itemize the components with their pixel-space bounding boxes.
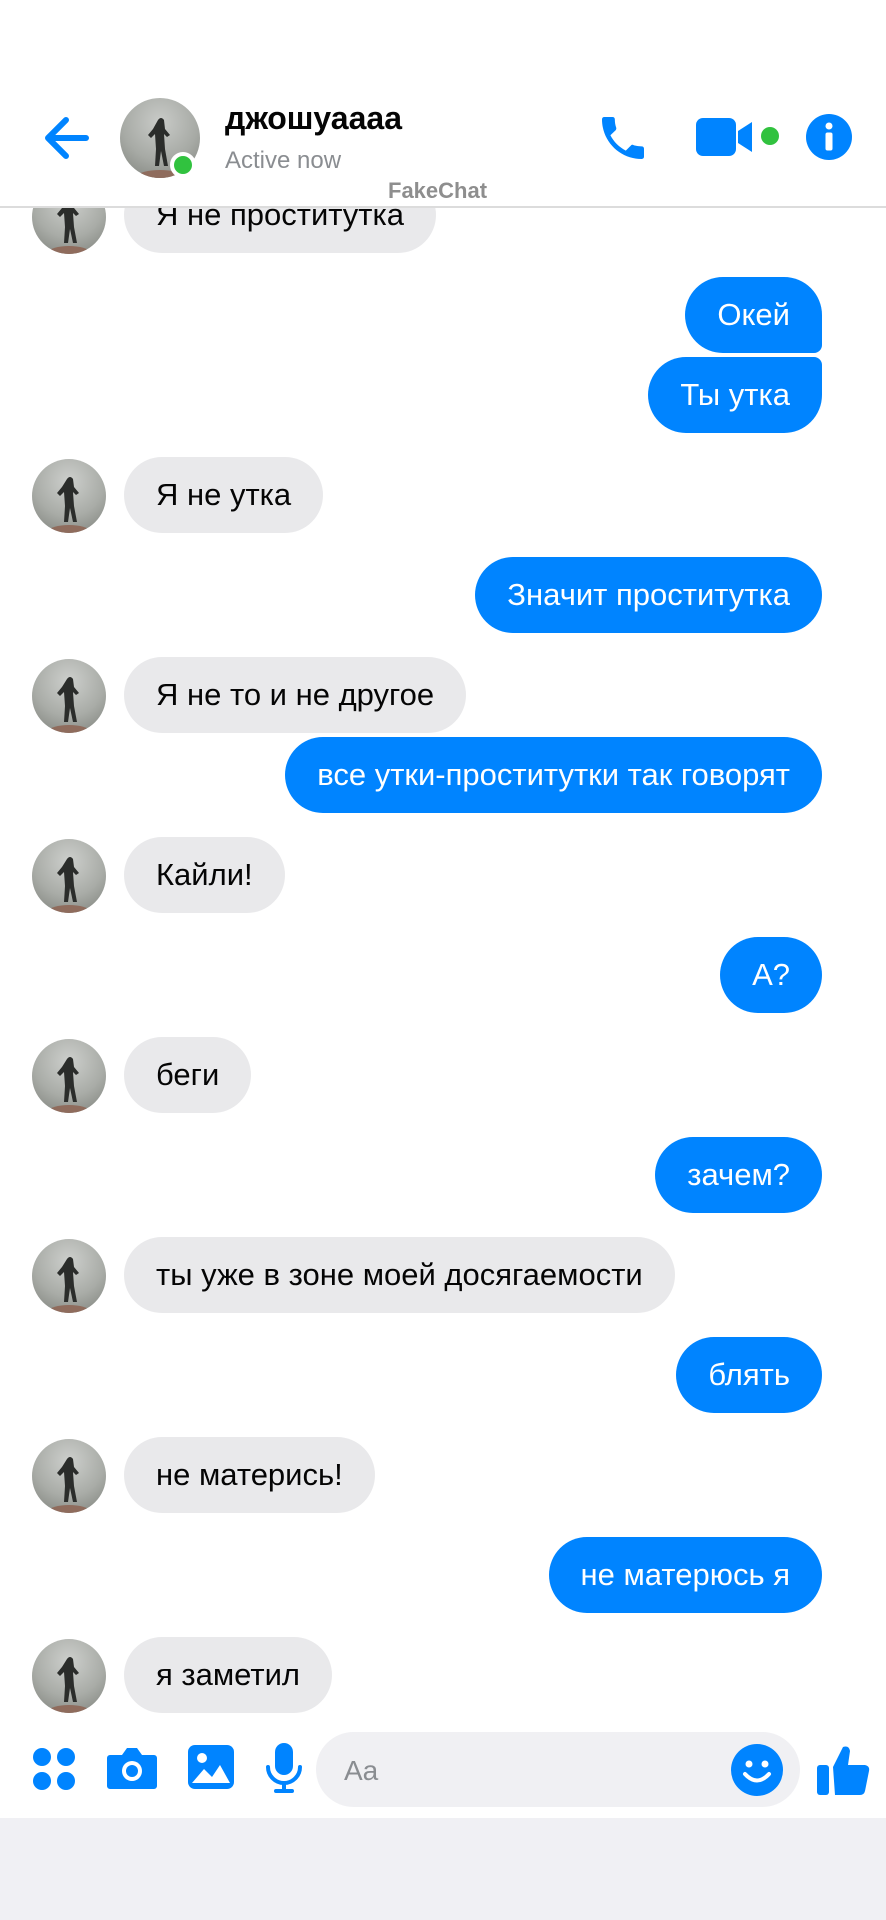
message-list: Я не проститутка Окей Ты утка Я не утка … — [0, 0, 886, 1725]
contact-avatar — [32, 1039, 106, 1113]
contact-avatar — [32, 839, 106, 913]
contact-avatar — [32, 1439, 106, 1513]
watermark: FakeChat — [388, 178, 488, 203]
emoji-icon[interactable] — [730, 1743, 784, 1797]
message-incoming[interactable]: Я не то и не другое — [124, 657, 467, 733]
system-navigation-area — [0, 1818, 886, 1920]
composer-bar — [0, 1727, 886, 1809]
message-outgoing[interactable]: Значит проститутка — [475, 557, 822, 633]
message-incoming[interactable]: я заметил — [124, 1637, 332, 1713]
online-indicator — [170, 152, 196, 178]
message-outgoing[interactable]: зачем? — [655, 1137, 822, 1213]
info-icon[interactable] — [805, 113, 853, 161]
message-incoming[interactable]: беги — [124, 1037, 252, 1113]
message-outgoing[interactable]: Окей — [685, 277, 822, 353]
message-incoming[interactable]: ты уже в зоне моей досягаемости — [124, 1237, 675, 1313]
microphone-icon[interactable] — [264, 1741, 304, 1795]
message-incoming[interactable]: Я не утка — [124, 457, 324, 533]
message-outgoing[interactable]: не матерюсь я — [548, 1537, 822, 1613]
thumbs-up-icon[interactable] — [815, 1741, 871, 1797]
message-outgoing[interactable]: блять — [676, 1337, 822, 1413]
contact-avatar — [32, 1239, 106, 1313]
message-input-container[interactable] — [316, 1732, 800, 1809]
video-online-indicator — [761, 127, 779, 145]
message-input[interactable] — [342, 1732, 726, 1809]
camera-icon[interactable] — [106, 1745, 158, 1791]
contact-avatar — [32, 659, 106, 733]
contact-avatar — [32, 1639, 106, 1713]
message-outgoing[interactable]: А? — [720, 937, 822, 1013]
message-outgoing[interactable]: Ты утка — [648, 357, 822, 433]
image-icon[interactable] — [186, 1743, 236, 1791]
chat-header: джошуаааа Active now — [0, 0, 886, 208]
arrow-left-icon[interactable] — [38, 108, 98, 168]
message-incoming[interactable]: Кайли! — [124, 837, 285, 913]
apps-grid-icon[interactable] — [32, 1747, 76, 1791]
contact-avatar — [32, 459, 106, 533]
contact-name[interactable]: джошуаааа — [225, 100, 402, 137]
message-incoming[interactable]: не матерись! — [124, 1437, 375, 1513]
message-outgoing[interactable]: все утки-проститутки так говорят — [285, 737, 822, 813]
phone-icon[interactable] — [595, 110, 651, 166]
video-camera-icon[interactable] — [696, 116, 754, 158]
contact-status: Active now — [225, 147, 342, 174]
